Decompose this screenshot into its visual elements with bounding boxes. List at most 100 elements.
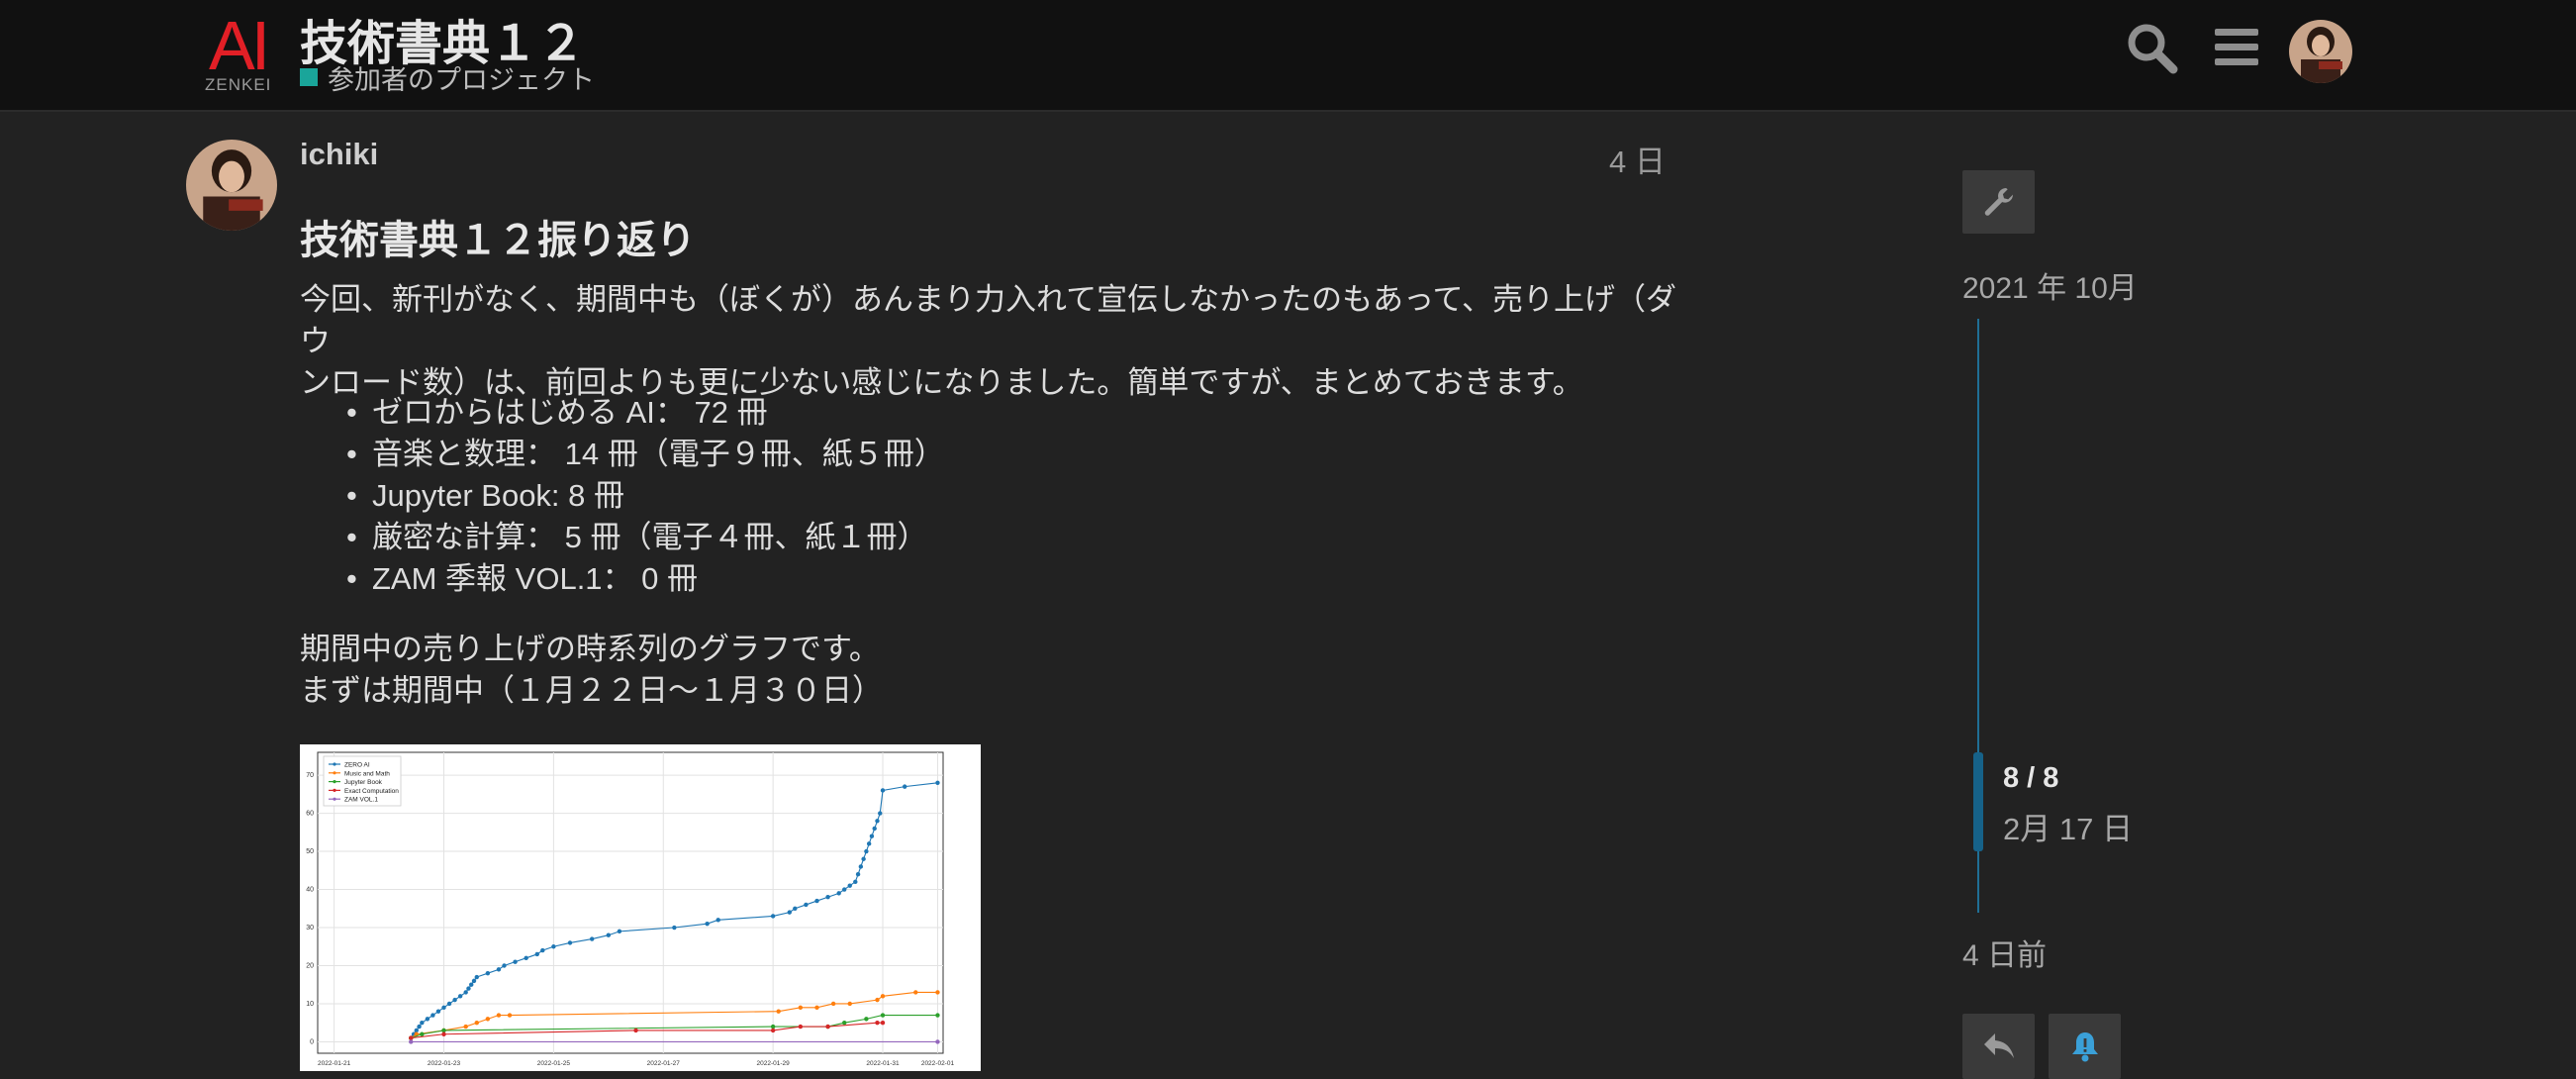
timeline-scroll-handle[interactable]	[1973, 752, 1983, 851]
plot-area	[317, 751, 944, 1054]
data-point-music-and-math	[880, 994, 886, 999]
data-point-exact-computation	[441, 1031, 446, 1036]
data-point-zero-ai	[836, 891, 841, 896]
admin-wrench-button[interactable]	[1962, 170, 2035, 234]
data-point-jupyter-book	[420, 1031, 425, 1036]
data-point-zero-ai	[787, 910, 792, 915]
sales-list: ゼロからはじめる AI： 72 冊 音楽と数理： 14 冊（電子９冊、紙５冊） …	[300, 392, 945, 600]
y-tick-label: 10	[306, 1001, 314, 1008]
para2-line-2: まずは期間中（１月２２日〜１月３０日）	[300, 673, 883, 708]
data-point-music-and-math	[463, 1024, 468, 1030]
data-point-zero-ai	[446, 1001, 452, 1007]
data-point-zero-ai	[469, 982, 474, 987]
data-point-zero-ai	[485, 970, 491, 976]
data-point-music-and-math	[847, 1001, 852, 1007]
data-point-zero-ai	[502, 963, 507, 968]
data-point-zero-ai	[474, 974, 479, 980]
legend-marker	[333, 788, 336, 792]
notification-button[interactable]	[2049, 1014, 2121, 1079]
data-point-zero-ai	[551, 944, 556, 949]
post-username[interactable]: ichiki	[300, 137, 378, 172]
data-point-zero-ai	[414, 1028, 419, 1033]
list-item: Jupyter Book: 8 冊	[300, 475, 945, 517]
search-icon	[2128, 24, 2178, 74]
wrench-icon	[1984, 188, 2013, 216]
data-point-music-and-math	[485, 1017, 491, 1022]
timeline-start-date[interactable]: 2021 年 10月	[1962, 263, 2138, 307]
data-point-music-and-math	[814, 1005, 819, 1011]
y-tick-label: 40	[306, 887, 314, 894]
data-point-zero-ai	[793, 906, 798, 911]
timeline-position: 8 / 8	[2003, 762, 2059, 794]
y-tick-label: 30	[306, 925, 314, 932]
data-point-zero-ai	[858, 864, 864, 869]
post-chart-paragraph: 期間中の売り上げの時系列のグラフです。 まずは期間中（１月２２日〜１月３０日）	[300, 629, 1685, 712]
data-point-zam-vol-1	[935, 1039, 940, 1044]
data-point-exact-computation	[409, 1035, 414, 1040]
category-label: 参加者のプロジェクト	[328, 64, 595, 95]
data-point-zero-ai	[567, 940, 573, 945]
y-tick-label: 0	[310, 1038, 314, 1045]
timeline-end-date[interactable]: 4 日前	[1962, 931, 2047, 974]
data-point-zero-ai	[770, 914, 776, 919]
x-tick-label: 2022-01-31	[866, 1060, 900, 1067]
legend-label: Music and Math	[344, 770, 390, 777]
y-tick-label: 60	[306, 811, 314, 818]
data-point-zero-ai	[902, 784, 907, 789]
x-tick-label: 2022-01-29	[757, 1060, 791, 1067]
data-point-zero-ai	[457, 994, 463, 999]
avatar-photo-icon	[186, 140, 277, 231]
data-point-zero-ai	[496, 967, 502, 972]
data-point-zero-ai	[872, 826, 877, 832]
data-point-jupyter-book	[935, 1013, 940, 1018]
data-point-zero-ai	[420, 1021, 425, 1026]
data-point-zero-ai	[524, 955, 528, 960]
data-point-zero-ai	[847, 883, 852, 888]
data-point-zero-ai	[417, 1024, 422, 1030]
data-point-zero-ai	[705, 921, 710, 927]
search-button[interactable]	[2120, 16, 2183, 79]
site-logo[interactable]: AI ZENKEI	[203, 8, 286, 94]
intro-line-1: 今回、新刊がなく、期間中も（ぼくが）あんまり力入れて宣伝しなかったのもあって、売…	[300, 282, 1676, 358]
data-point-zero-ai	[463, 990, 468, 995]
data-point-jupyter-book	[842, 1021, 847, 1026]
data-point-zero-ai	[606, 932, 612, 937]
data-point-zero-ai	[435, 1009, 441, 1014]
category-badge[interactable]: 参加者のプロジェクト	[300, 60, 595, 95]
data-point-jupyter-book	[864, 1017, 869, 1022]
post-date[interactable]: 4 日	[1609, 137, 1666, 181]
data-point-zam-vol-1	[409, 1039, 414, 1044]
data-point-zero-ai	[842, 887, 847, 892]
avatar-photo-icon	[2289, 20, 2352, 83]
data-point-exact-computation	[880, 1021, 886, 1026]
menu-button[interactable]	[2205, 16, 2268, 79]
data-point-music-and-math	[935, 990, 940, 995]
y-tick-label: 50	[306, 848, 314, 855]
data-point-jupyter-book	[441, 1028, 446, 1033]
x-tick-label: 2022-01-21	[318, 1060, 351, 1067]
list-item: 厳密な計算： 5 冊（電子４冊、紙１冊）	[300, 517, 945, 558]
data-point-zero-ai	[825, 895, 830, 900]
data-point-exact-computation	[633, 1028, 638, 1033]
user-avatar[interactable]	[2289, 20, 2352, 83]
data-point-zero-ai	[804, 902, 809, 908]
reply-button[interactable]	[1962, 1014, 2035, 1079]
data-point-exact-computation	[798, 1024, 804, 1030]
data-point-music-and-math	[496, 1013, 502, 1018]
data-point-zero-ai	[878, 811, 883, 816]
timeline-position-date: 2月 17 日	[2003, 812, 2133, 846]
data-point-zero-ai	[430, 1013, 435, 1018]
data-point-zero-ai	[672, 925, 677, 931]
y-tick-label: 70	[306, 772, 314, 779]
legend-label: Jupyter Book	[344, 779, 383, 786]
data-point-zero-ai	[864, 848, 869, 854]
legend-marker	[333, 762, 336, 766]
data-point-zero-ai	[866, 841, 872, 846]
data-point-zero-ai	[466, 986, 471, 991]
sales-chart: 0 10 20 30 40 50 60 70 2022-01-21 2022-01-23 2022-…	[306, 751, 955, 1067]
legend-marker	[333, 797, 336, 801]
sales-chart-image[interactable]: 0 10 20 30 40 50 60 70 2022-01-21 2022-01-23 2022-…	[300, 744, 981, 1071]
post-author-avatar[interactable]	[186, 140, 277, 231]
data-point-zero-ai	[875, 819, 880, 824]
x-tick-label: 2022-02-01	[921, 1060, 955, 1067]
